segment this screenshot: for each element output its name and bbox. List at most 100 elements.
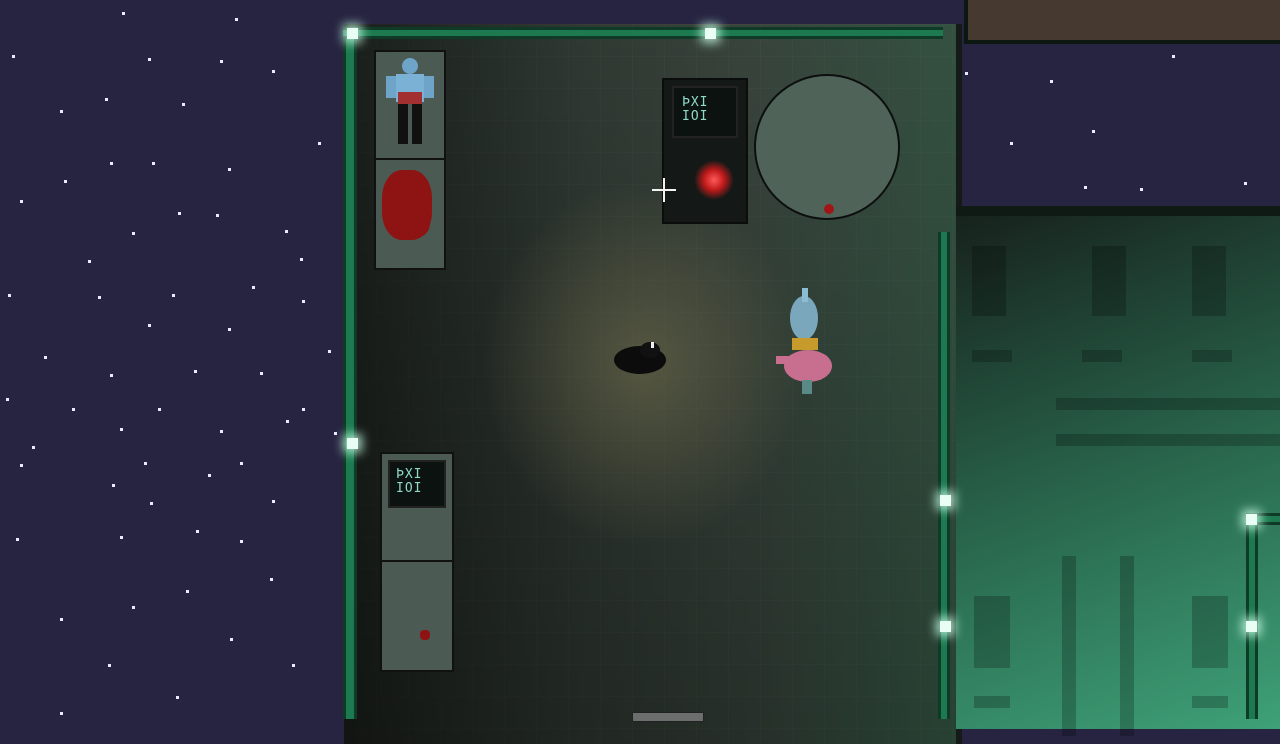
ceiling-light	[940, 621, 951, 632]
star	[182, 103, 185, 106]
adjacent-room	[956, 206, 1280, 736]
star	[60, 618, 63, 621]
star	[194, 370, 197, 373]
star	[120, 536, 123, 539]
star	[132, 232, 135, 235]
dark-creature-icon[interactable]	[610, 336, 670, 380]
star	[8, 294, 11, 297]
star	[108, 664, 111, 667]
star	[88, 260, 91, 263]
star	[72, 408, 75, 411]
star	[176, 696, 179, 699]
star	[318, 142, 321, 145]
west-wall	[343, 28, 357, 719]
ceiling-light	[940, 495, 951, 506]
star	[32, 446, 35, 449]
ceiling-light	[705, 28, 716, 39]
star	[235, 18, 238, 21]
blood-stain	[394, 202, 430, 238]
ceiling-light	[1246, 514, 1257, 525]
muscular-body-icon	[386, 58, 434, 144]
star	[272, 500, 275, 503]
star	[110, 162, 113, 165]
star	[20, 464, 23, 467]
upper-right-room	[964, 0, 1280, 44]
star	[272, 70, 275, 73]
star	[60, 712, 63, 715]
star	[60, 110, 63, 113]
blood-drop	[420, 630, 430, 640]
star	[178, 212, 181, 215]
star	[6, 398, 9, 401]
star	[12, 55, 15, 58]
star	[216, 214, 219, 217]
star	[16, 538, 19, 541]
east-wall	[938, 232, 950, 719]
star	[1010, 142, 1013, 145]
star	[220, 60, 223, 63]
star	[144, 462, 147, 465]
star	[220, 430, 223, 433]
star	[196, 530, 199, 533]
star	[230, 638, 233, 641]
north-wall	[343, 27, 943, 39]
star	[286, 420, 289, 423]
star	[1140, 188, 1143, 191]
star	[148, 324, 151, 327]
medical-bed-bottom[interactable]: ÞXI IOI	[380, 452, 454, 672]
star	[172, 294, 175, 297]
star	[1050, 80, 1053, 83]
wall-screen: ÞXI IOI	[388, 460, 446, 508]
console-screen: ÞXI IOI	[672, 86, 738, 138]
crosshair-icon	[652, 178, 676, 202]
ceiling-light	[347, 438, 358, 449]
main-room: ÞXI IOI ÞXI IOI	[344, 24, 962, 744]
round-table[interactable]	[754, 74, 900, 220]
ceiling-light	[347, 28, 358, 39]
star	[98, 296, 101, 299]
star	[302, 300, 305, 303]
side-room-wall	[1246, 516, 1258, 719]
ceiling-light	[1246, 621, 1257, 632]
wall-screen-glyph: ÞXI IOI	[396, 467, 423, 496]
star	[292, 664, 295, 667]
star	[285, 230, 288, 233]
medical-bed-top[interactable]	[374, 50, 446, 270]
star	[1244, 182, 1247, 185]
star	[64, 180, 67, 183]
star	[20, 200, 23, 203]
computer-console[interactable]: ÞXI IOI	[662, 78, 748, 224]
star	[150, 502, 153, 505]
star	[1084, 186, 1087, 189]
star	[228, 168, 231, 171]
console-screen-glyph: ÞXI IOI	[682, 95, 709, 124]
star	[186, 590, 189, 593]
star	[270, 578, 273, 581]
star	[132, 606, 135, 609]
star	[152, 162, 155, 165]
door[interactable]	[632, 712, 704, 722]
star	[148, 58, 151, 61]
pink-blue-crewmate-icon[interactable]	[768, 286, 838, 402]
star	[120, 428, 123, 431]
star	[240, 462, 243, 465]
star	[965, 72, 968, 75]
star	[260, 372, 263, 375]
blood-drop	[824, 204, 834, 214]
star	[1172, 55, 1175, 58]
star	[228, 328, 231, 331]
star	[252, 286, 255, 289]
star	[208, 474, 211, 477]
star	[240, 540, 243, 543]
star	[122, 12, 125, 15]
star	[300, 258, 303, 261]
star	[105, 98, 108, 101]
star	[158, 408, 161, 411]
star	[44, 356, 47, 359]
star	[110, 374, 113, 377]
star	[334, 432, 337, 435]
star	[112, 484, 115, 487]
star	[302, 408, 305, 411]
star	[328, 350, 331, 353]
red-light-icon	[694, 160, 734, 200]
